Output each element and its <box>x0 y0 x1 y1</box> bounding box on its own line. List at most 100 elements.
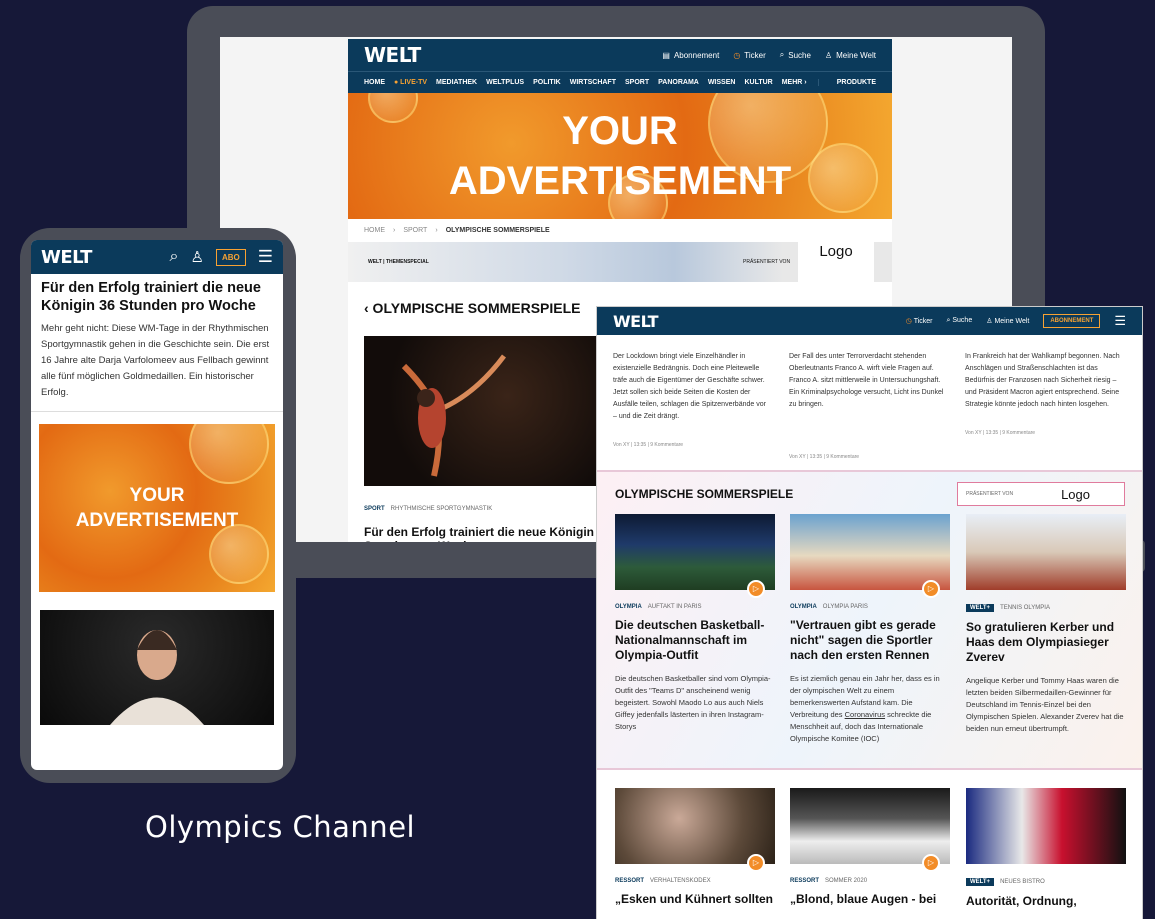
clock-icon: ◷ <box>733 50 741 60</box>
play-icon[interactable]: ▷ <box>747 580 765 598</box>
olympia-card[interactable]: ▷ OLYMPIA OLYMPIA PARIS "Vertrauen gibt e… <box>790 514 950 745</box>
card-category: RESSORT <box>790 878 820 884</box>
gymnast-portrait <box>110 630 204 725</box>
card-subcategory: SOMMER 2020 <box>825 878 868 884</box>
search-icon: ⌕ <box>946 317 951 324</box>
card-text: Es ist ziemlich genau ein Jahr her, dass… <box>790 674 940 743</box>
meine-welt-link[interactable]: ♙ Meine Welt <box>986 317 1029 325</box>
user-icon[interactable]: ♙ <box>191 248 204 266</box>
breadcrumb-home[interactable]: HOME <box>364 227 385 234</box>
teaser-byline: Von XY | 13:35 | 9 Kommentare <box>789 454 860 460</box>
coronavirus-link[interactable]: Coronavirus <box>845 710 885 719</box>
olympia-sponsor-box[interactable]: PRÄSENTIERT VON Logo <box>957 482 1125 506</box>
card-text: Die deutschen Basketballer sind vom Olym… <box>615 674 771 731</box>
mobile-advertisement[interactable]: YOUR ADVERTISEMENT <box>39 424 275 592</box>
tablet-header: WELT ◷ Ticker ⌕ Suche ♙ Meine Welt ABONN… <box>597 307 1142 335</box>
sponsor-presented: PRÄSENTIERT VON <box>966 491 1014 497</box>
bottom-card[interactable]: WELT+ NEUES BISTRO Autorität, Ordnung, <box>966 788 1126 909</box>
card-title: Die deutschen Basketball-Nationalmannsch… <box>615 618 765 662</box>
breadcrumb-sep: › <box>393 227 396 234</box>
article-title[interactable]: Für den Erfolg trainiert die neue Königi… <box>364 525 624 542</box>
article-meta: SPORT RHYTHMISCHE SPORTGYMNASTIK <box>364 506 492 512</box>
card-title: „Esken und Kühnert sollten <box>615 892 774 906</box>
nav-produkte[interactable]: PRODUKTE <box>817 79 876 86</box>
search-icon[interactable]: ⌕ <box>170 248 179 266</box>
ad-bubble <box>368 93 418 123</box>
card-subcategory: VERHALTENSKODEX <box>650 878 711 884</box>
menu-icon[interactable]: ☰ <box>1114 313 1126 329</box>
play-icon[interactable]: ▷ <box>922 854 940 872</box>
search-icon: ⌕ <box>779 50 785 59</box>
nav-home[interactable]: HOME <box>364 79 385 86</box>
search-link[interactable]: ⌕ Suche <box>946 317 972 325</box>
nav-live-tv[interactable]: ● LIVE-TV <box>394 79 427 86</box>
nav-sport[interactable]: SPORT <box>625 79 649 86</box>
portrait-photo: ▷ <box>615 788 775 872</box>
nav-kultur[interactable]: KULTUR <box>744 79 772 86</box>
olympia-section-title[interactable]: OLYMPISCHE SOMMERSPIELE <box>615 487 793 501</box>
menu-icon[interactable]: ☰ <box>258 247 273 267</box>
nav-mediathek[interactable]: MEDIATHEK <box>436 79 477 86</box>
play-icon[interactable]: ▷ <box>922 580 940 598</box>
breadcrumb: HOME › SPORT › OLYMPISCHE SOMMERSPIELE <box>348 219 892 242</box>
card-text: Angelique Kerber und Tommy Haas waren di… <box>966 676 1124 733</box>
phone-screen: WELT ⌕ ♙ ABO ☰ Für den Erfolg trainiert … <box>31 240 283 770</box>
gymnast-photo[interactable] <box>364 336 624 486</box>
nav-panorama[interactable]: PANORAMA <box>658 79 699 86</box>
weltplus-badge: WELT+ <box>966 604 995 612</box>
meta-subcategory[interactable]: RHYTHMISCHE SPORTGYMNASTIK <box>391 506 493 512</box>
meta-category[interactable]: SPORT <box>364 506 385 512</box>
ad-text-1: YOUR <box>129 485 185 506</box>
top-teasers: Der Lockdown bringt viele Einzelhändler … <box>613 351 1130 463</box>
teaser-text: Der Lockdown bringt viele Einzelhändler … <box>613 353 766 420</box>
weltplus-badge: WELT+ <box>966 878 995 886</box>
gymnast-portrait-photo[interactable] <box>40 610 274 725</box>
olympia-card[interactable]: WELT+ TENNIS OLYMPIA So gratulieren Kerbe… <box>966 514 1126 735</box>
search-link[interactable]: ⌕ Suche <box>780 50 811 60</box>
bottom-card[interactable]: ▷ RESSORT SOMMER 2020 „Blond, blaue Augen… <box>790 788 950 907</box>
themenspecial-banner[interactable]: WELT | THEMENSPECIAL PRÄSENTIERT VON Log… <box>348 240 892 286</box>
advertisement-banner[interactable]: YOUR ADVERTISEMENT <box>348 93 892 219</box>
sponsor-logo: Logo <box>798 240 874 286</box>
olympia-card[interactable]: ▷ OLYMPIA AUFTAKT IN PARIS Die deutschen … <box>615 514 775 733</box>
teaser[interactable]: In Frankreich hat der Wahlkampf begonnen… <box>965 351 1123 463</box>
breadcrumb-sport[interactable]: SPORT <box>403 227 427 234</box>
card-subcategory: NEUES BISTRO <box>1000 879 1045 885</box>
politicians-photo <box>966 788 1126 864</box>
ticker-link[interactable]: ◷ Ticker <box>733 51 765 60</box>
meine-welt-link[interactable]: ♙ Meine Welt <box>825 51 876 60</box>
teaser[interactable]: Der Fall des unter Terrorverdacht stehen… <box>789 351 947 463</box>
card-category: OLYMPIA <box>615 604 642 610</box>
nav-mehr[interactable]: MEHR › <box>782 79 807 86</box>
mobile-article-title[interactable]: Für den Erfolg trainiert die neue Königi… <box>31 274 283 315</box>
card-category: OLYMPIA <box>790 604 817 610</box>
welt-logo[interactable]: WELT <box>613 312 659 331</box>
desktop-header: WELT ▤ Abonnement ◷ Ticker ⌕ Suche ♙ Meine W… <box>348 39 892 71</box>
mobile-article-lead: Mehr geht nicht: Diese WM-Tage in der Rh… <box>41 323 270 398</box>
bottom-card[interactable]: ▷ RESSORT VERHALTENSKODEX „Esken und Kühn… <box>615 788 775 907</box>
nav-wissen[interactable]: WISSEN <box>708 79 736 86</box>
sponsor-logo: Logo <box>1061 486 1090 502</box>
abonnement-link[interactable]: ▤ Abonnement <box>662 51 719 60</box>
abo-button[interactable]: ABO <box>215 248 246 266</box>
welt-logo[interactable]: WELT <box>364 43 421 67</box>
teaser[interactable]: Der Lockdown bringt viele Einzelhändler … <box>613 351 771 463</box>
ticker-link[interactable]: ◷ Ticker <box>906 317 933 325</box>
nav-weltplus[interactable]: WELTPLUS <box>486 79 524 86</box>
channel-caption: Olympics Channel <box>145 810 416 844</box>
card-subcategory: AUFTAKT IN PARIS <box>647 604 702 610</box>
card-title: So gratulieren Kerber und Haas dem Olymp… <box>966 620 1115 664</box>
card-title: "Vertrauen gibt es gerade nicht" sagen d… <box>790 618 936 662</box>
play-icon[interactable]: ▷ <box>747 854 765 872</box>
welt-logo[interactable]: WELT <box>41 247 92 268</box>
user-icon: ♙ <box>986 318 993 325</box>
nav-politik[interactable]: POLITIK <box>533 79 561 86</box>
abonnement-button[interactable]: ABONNEMENT <box>1043 314 1101 328</box>
nav-wirtschaft[interactable]: WIRTSCHAFT <box>570 79 616 86</box>
tablet-page: WELT ◷ Ticker ⌕ Suche ♙ Meine Welt ABONN… <box>597 307 1142 919</box>
clock-icon: ◷ <box>905 318 912 325</box>
zverev-photo <box>966 514 1126 590</box>
hurdles-photo: ▷ <box>790 514 950 598</box>
basketball-team-photo: ▷ <box>615 514 775 598</box>
newspaper-icon: ▤ <box>662 50 670 60</box>
